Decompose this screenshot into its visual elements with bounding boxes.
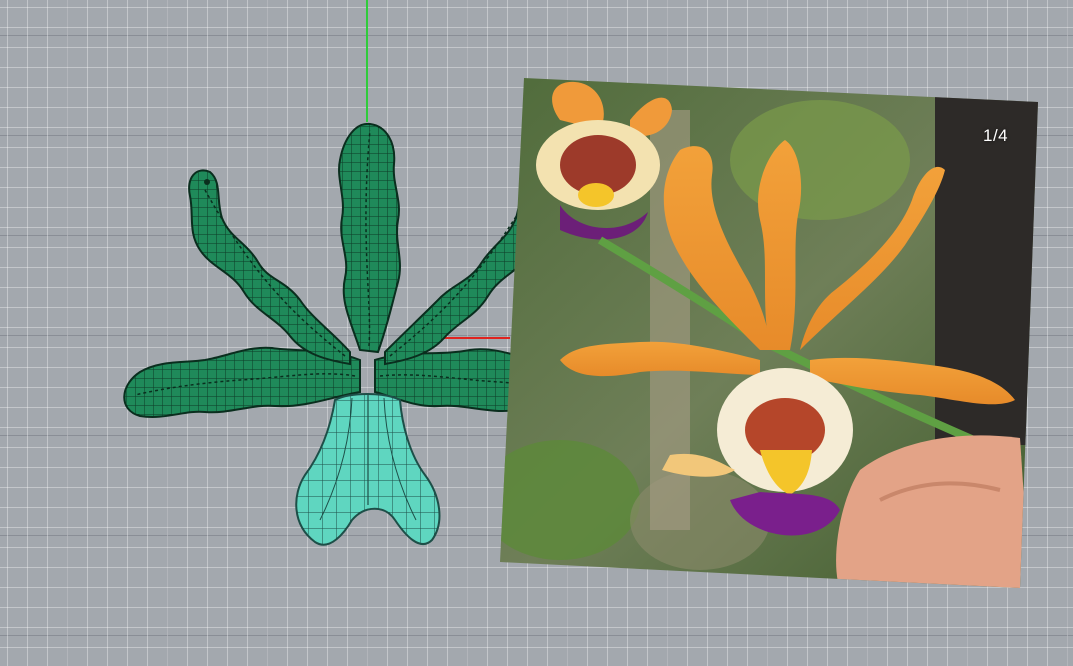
orchid-lip[interactable]: [295, 393, 441, 546]
image-counter: 1/4: [983, 126, 1009, 145]
petal-dorsal[interactable]: [338, 122, 401, 354]
petal-upper-left[interactable]: [188, 169, 351, 366]
reference-photo[interactable]: [500, 78, 1040, 588]
y-axis-line: [366, 0, 368, 122]
rhino-viewport-grid[interactable]: 1/4: [0, 0, 1073, 666]
